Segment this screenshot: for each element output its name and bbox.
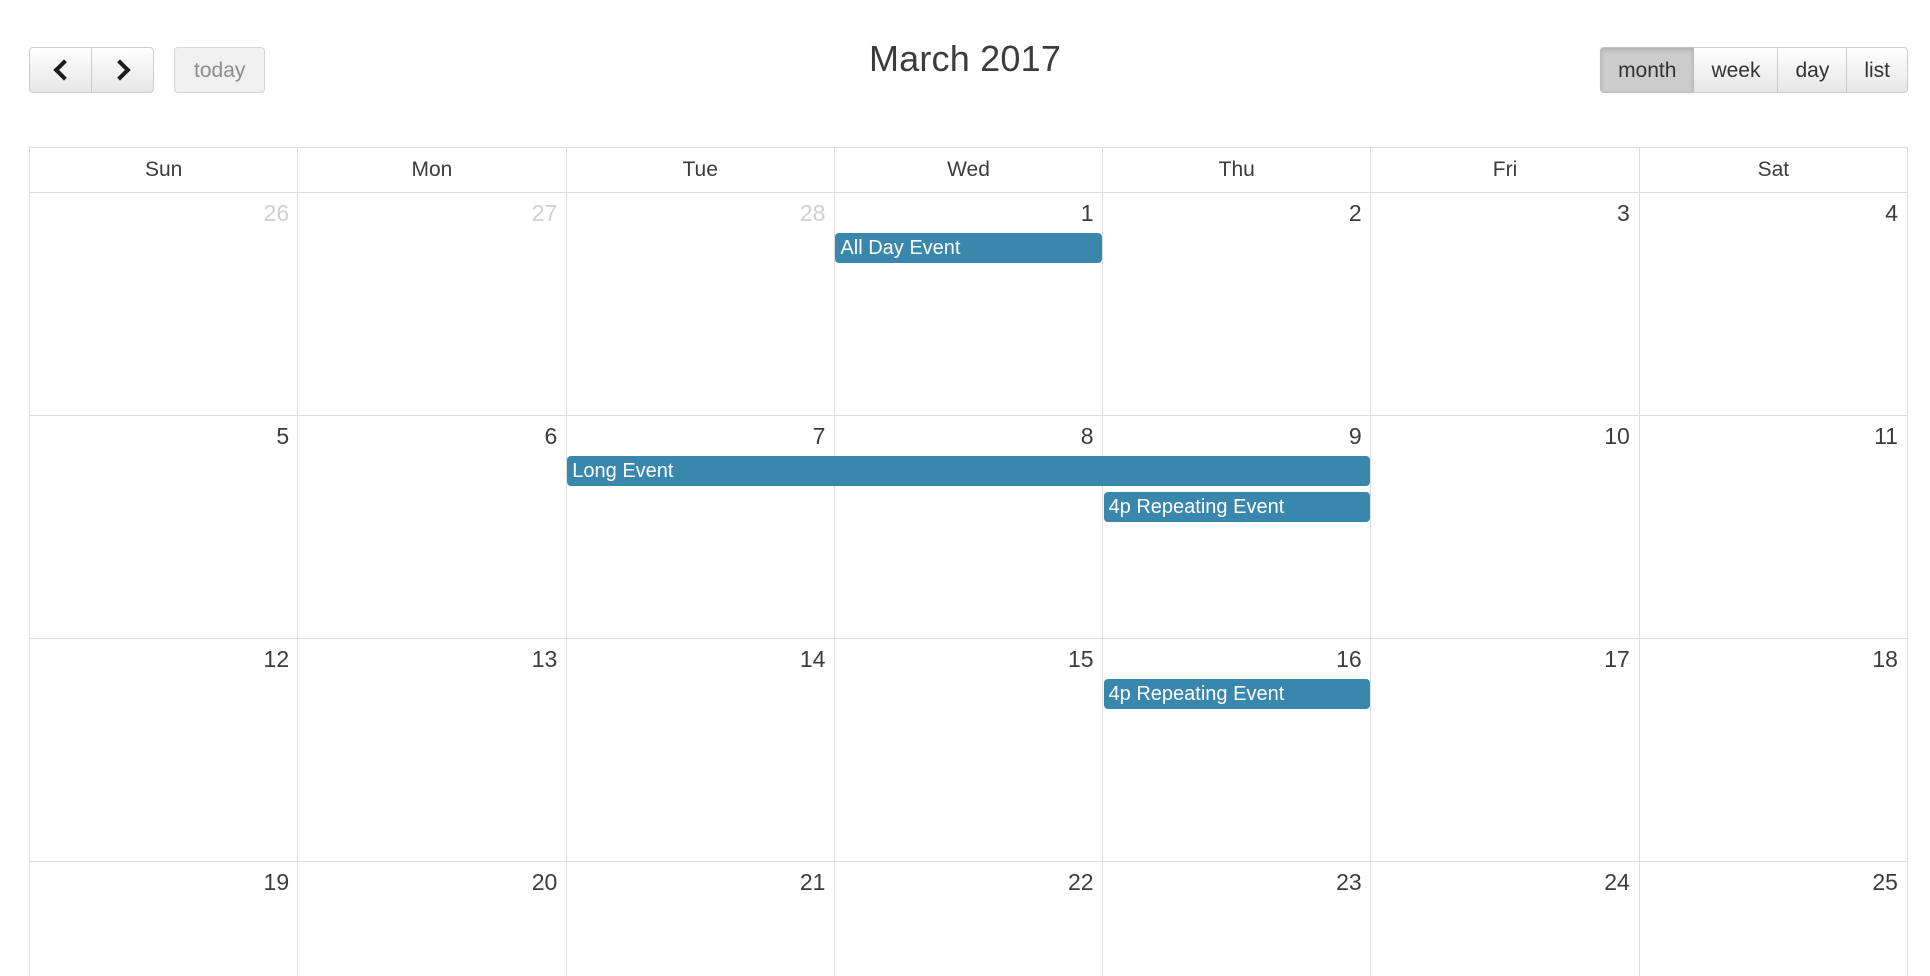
day-number[interactable]: 11 <box>1639 416 1907 454</box>
day-number[interactable]: 27 <box>298 193 566 231</box>
chevron-right-icon <box>113 57 133 83</box>
day-header-sat: Sat <box>1638 148 1907 192</box>
day-number[interactable]: 20 <box>298 862 566 900</box>
prev-month-button[interactable] <box>29 47 92 93</box>
calendar-toolbar: today March 2017 month week day list <box>0 0 1930 117</box>
chevron-left-icon <box>51 57 71 83</box>
nav-button-group <box>29 47 154 93</box>
event-slot: All Day Event <box>834 233 1102 267</box>
day-number[interactable]: 18 <box>1639 639 1907 677</box>
week-content: 5 6 7 8 9 10 11 Long Event 4p Repeating Event <box>30 416 1907 530</box>
day-number[interactable]: 4 <box>1639 193 1907 231</box>
day-number[interactable]: 26 <box>30 193 298 231</box>
day-number[interactable]: 13 <box>298 639 566 677</box>
day-header-tue: Tue <box>565 148 834 192</box>
calendar-week-row: 5 6 7 8 9 10 11 Long Event 4p Repeating Event <box>30 416 1907 639</box>
day-number[interactable]: 8 <box>834 416 1102 454</box>
calendar-week-row: 26 27 28 1 2 3 4 All Day Event <box>30 193 1907 416</box>
event-row: 4p Repeating Event <box>30 679 1907 713</box>
month-view: Sun Mon Tue Wed Thu Fri Sat 26 27 28 1 2 3 4 All Day … <box>29 147 1908 976</box>
calendar-week-row: 12 13 14 15 16 17 18 4p Repeating Event <box>30 639 1907 862</box>
day-number[interactable]: 3 <box>1371 193 1639 231</box>
calendar-body: 26 27 28 1 2 3 4 All Day Event 5 6 7 8 9 10 11 Long Eve… <box>30 193 1907 976</box>
day-number[interactable]: 5 <box>30 416 298 454</box>
day-number[interactable]: 10 <box>1371 416 1639 454</box>
event-row: All Day Event <box>30 233 1907 267</box>
day-number[interactable]: 23 <box>1103 862 1371 900</box>
view-button-week[interactable]: week <box>1693 47 1779 93</box>
calendar-app: today March 2017 month week day list Sun… <box>0 0 1930 976</box>
day-number[interactable]: 1 <box>834 193 1102 231</box>
day-number[interactable]: 17 <box>1371 639 1639 677</box>
day-number-row: 12 13 14 15 16 17 18 <box>30 639 1907 677</box>
page-title: March 2017 <box>868 38 1062 79</box>
day-header-sun: Sun <box>144 158 183 181</box>
calendar-event[interactable]: 4p Repeating Event <box>1103 492 1370 523</box>
toolbar-left: today <box>29 47 266 93</box>
day-number-row: 26 27 28 1 2 3 4 <box>30 193 1907 231</box>
event-slot: 4p Repeating Event <box>1103 492 1371 526</box>
day-header-wed: Wed <box>833 148 1102 192</box>
day-number[interactable]: 2 <box>1103 193 1371 231</box>
day-number-row: 5 6 7 8 9 10 11 <box>30 416 1907 454</box>
view-button-list[interactable]: list <box>1846 47 1908 93</box>
event-slot: Long Event <box>566 456 1370 490</box>
week-content: 19 20 21 22 23 24 25 <box>30 862 1907 904</box>
day-header-row: Sun Mon Tue Wed Thu Fri Sat <box>30 148 1907 193</box>
day-header-fri: Fri <box>1370 148 1638 192</box>
event-row: Long Event <box>30 456 1907 490</box>
day-number[interactable]: 22 <box>834 862 1102 900</box>
view-button-group: month week day list <box>1600 47 1908 93</box>
day-header-mon: Mon <box>297 148 565 192</box>
event-row: 4p Repeating Event <box>30 492 1907 526</box>
calendar-week-row: 19 20 21 22 23 24 25 <box>30 862 1907 976</box>
day-number[interactable]: 7 <box>566 416 834 454</box>
day-number[interactable]: 12 <box>30 639 298 677</box>
next-month-button[interactable] <box>91 47 154 93</box>
calendar-event[interactable]: All Day Event <box>835 233 1102 264</box>
view-button-day[interactable]: day <box>1777 47 1848 93</box>
day-number[interactable]: 15 <box>834 639 1102 677</box>
week-content: 12 13 14 15 16 17 18 4p Repeating Event <box>30 639 1907 717</box>
toolbar-right: month week day list <box>1600 47 1908 93</box>
week-content: 26 27 28 1 2 3 4 All Day Event <box>30 193 1907 271</box>
day-number[interactable]: 19 <box>30 862 298 900</box>
day-number[interactable]: 25 <box>1639 862 1907 900</box>
event-slot: 4p Repeating Event <box>1103 679 1371 713</box>
calendar-event[interactable]: 4p Repeating Event <box>1103 679 1370 710</box>
day-number[interactable]: 28 <box>566 193 834 231</box>
day-number[interactable]: 9 <box>1103 416 1371 454</box>
day-number[interactable]: 24 <box>1371 862 1639 900</box>
day-number[interactable]: 6 <box>298 416 566 454</box>
calendar-event[interactable]: Long Event <box>567 456 1370 487</box>
day-header-thu: Thu <box>1102 148 1370 192</box>
day-number[interactable]: 14 <box>566 639 834 677</box>
day-number-row: 19 20 21 22 23 24 25 <box>30 862 1907 900</box>
day-number[interactable]: 21 <box>566 862 834 900</box>
view-button-month[interactable]: month <box>1600 47 1695 93</box>
day-number[interactable]: 16 <box>1103 639 1371 677</box>
today-button[interactable]: today <box>174 47 266 93</box>
